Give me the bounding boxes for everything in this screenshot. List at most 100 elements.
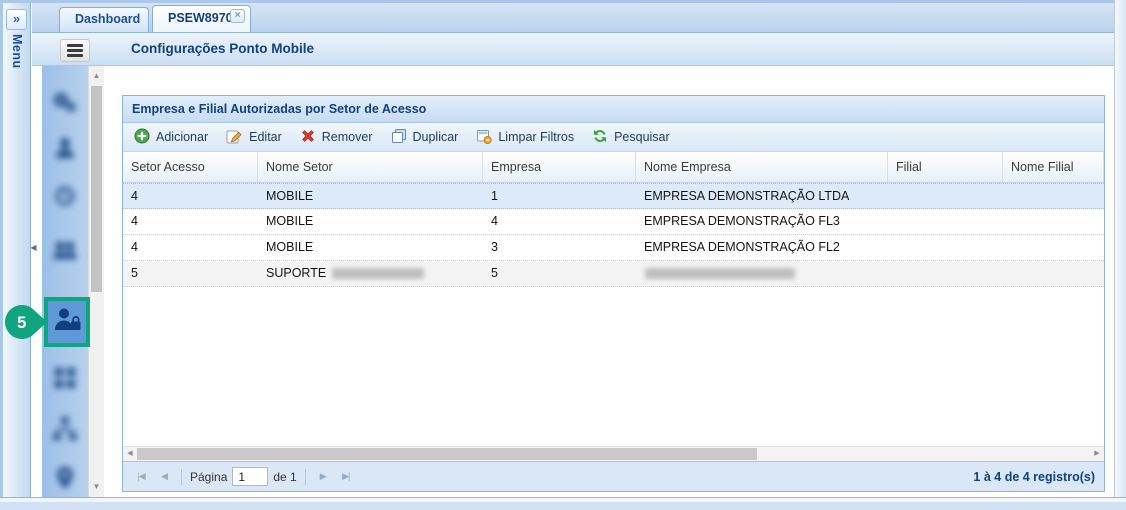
cell-nome-empresa[interactable]: EMPRESA DEMONSTRAÇÃO FL2 <box>636 235 888 260</box>
grid-header-row: Setor Acesso Nome Setor Empresa Nome Emp… <box>123 152 1104 183</box>
cell-nome-setor[interactable]: MOBILE <box>258 184 483 208</box>
next-page-icon[interactable]: ▶ <box>314 468 332 486</box>
scroll-up-icon[interactable]: ▲ <box>89 69 104 83</box>
step-badge: 5 <box>4 302 50 347</box>
clear-filters-icon <box>476 128 492 147</box>
app-window: » Menu ◀ Dashboard PSEW8970 × Configuraç… <box>0 0 1126 510</box>
menu-expand-icon: » <box>13 11 20 26</box>
table-row[interactable]: 5 SUPORTE 5 <box>123 261 1104 287</box>
close-icon[interactable]: × <box>230 9 245 23</box>
user-lock-icon <box>51 305 83 340</box>
table-row[interactable]: 4 MOBILE 4 EMPRESA DEMONSTRAÇÃO FL3 <box>123 209 1104 235</box>
horizontal-scrollbar-thumb[interactable] <box>137 448 757 460</box>
clock-icon[interactable] <box>42 180 88 216</box>
page-number-input[interactable] <box>232 467 268 486</box>
duplicate-icon <box>391 128 407 147</box>
window-frame-bottom <box>0 497 1126 510</box>
page-label: Página <box>190 470 227 484</box>
column-header-nome-empresa[interactable]: Nome Empresa <box>636 152 888 182</box>
grid-icon[interactable] <box>42 362 88 398</box>
cell-nome-empresa[interactable]: EMPRESA DEMONSTRAÇÃO LTDA <box>636 184 888 208</box>
column-header-nome-filial[interactable]: Nome Filial <box>1003 152 1104 182</box>
cell-setor-acesso[interactable]: 4 <box>123 184 258 208</box>
add-button[interactable]: Adicionar <box>128 125 217 150</box>
cell-empresa[interactable]: 4 <box>483 209 636 234</box>
clear-filters-button[interactable]: Limpar Filtros <box>470 125 583 150</box>
search-button[interactable]: Pesquisar <box>586 125 679 150</box>
cell-filial[interactable] <box>888 184 1003 208</box>
menu-vertical-label: Menu <box>10 34 24 69</box>
prev-page-icon[interactable]: ◀ <box>155 468 173 486</box>
step-badge-number: 5 <box>17 313 26 332</box>
cell-nome-filial[interactable] <box>1003 209 1104 234</box>
tab-dashboard[interactable]: Dashboard <box>59 7 149 32</box>
edit-button[interactable]: Editar <box>220 125 291 150</box>
scroll-right-icon[interactable]: ▶ <box>1090 447 1104 461</box>
cell-empresa[interactable]: 5 <box>483 261 636 286</box>
grid-toolbar: Adicionar Editar Remover Duplicar <box>123 123 1104 152</box>
cell-setor-acesso[interactable]: 4 <box>123 209 258 234</box>
window-frame-right <box>1114 0 1126 510</box>
cell-filial[interactable] <box>888 209 1003 234</box>
collapsed-menu-panel[interactable]: » Menu <box>3 3 31 497</box>
cell-empresa[interactable]: 3 <box>483 235 636 260</box>
content-area: Empresa e Filial Autorizadas por Setor d… <box>104 66 1114 497</box>
cell-nome-filial[interactable] <box>1003 184 1104 208</box>
sidebar-scrollbar[interactable]: ▲ ▼ <box>88 66 104 497</box>
panel-title: Empresa e Filial Autorizadas por Setor d… <box>123 96 1104 123</box>
cell-nome-empresa[interactable] <box>636 261 888 286</box>
tab-bar: Dashboard PSEW8970 × <box>32 3 1114 33</box>
cell-nome-filial[interactable] <box>1003 235 1104 260</box>
pager-separator <box>181 469 182 485</box>
cell-setor-acesso[interactable]: 4 <box>123 235 258 260</box>
sidebar-selected-item-highlight[interactable] <box>44 297 90 347</box>
tab-label: Dashboard <box>75 12 140 26</box>
page-title: Configurações Ponto Mobile <box>131 41 314 56</box>
user-icon[interactable] <box>42 132 88 168</box>
cell-nome-setor[interactable]: MOBILE <box>258 235 483 260</box>
table-row[interactable]: 4 MOBILE 3 EMPRESA DEMONSTRAÇÃO FL2 <box>123 235 1104 261</box>
cell-nome-setor[interactable]: MOBILE <box>258 209 483 234</box>
view-header-bar: Configurações Ponto Mobile <box>32 33 1114 66</box>
page-total-label: de 1 <box>273 470 296 484</box>
cell-nome-empresa[interactable]: EMPRESA DEMONSTRAÇÃO FL3 <box>636 209 888 234</box>
hamburger-icon <box>67 44 83 47</box>
column-header-setor-acesso[interactable]: Setor Acesso <box>123 152 258 182</box>
scroll-left-icon[interactable]: ◀ <box>123 447 137 461</box>
pagination-bar: |◀ ◀ Página de 1 ▶ ▶| 1 à 4 de 4 registr… <box>123 461 1104 491</box>
cell-nome-filial[interactable] <box>1003 261 1104 286</box>
first-page-icon[interactable]: |◀ <box>132 468 150 486</box>
tab-label: PSEW8970 <box>168 11 233 25</box>
map-pin-icon[interactable] <box>42 462 88 498</box>
search-refresh-icon <box>592 128 608 147</box>
cell-empresa[interactable]: 1 <box>483 184 636 208</box>
column-header-filial[interactable]: Filial <box>888 152 1003 182</box>
table-body: 4 MOBILE 1 EMPRESA DEMONSTRAÇÃO LTDA 4 M… <box>123 183 1104 446</box>
scroll-down-icon[interactable]: ▼ <box>89 480 104 494</box>
users-group-icon[interactable] <box>42 234 88 270</box>
column-header-nome-setor[interactable]: Nome Setor <box>258 152 483 182</box>
cell-nome-setor[interactable]: SUPORTE <box>258 261 483 286</box>
cell-setor-acesso[interactable]: 5 <box>123 261 258 286</box>
cell-filial[interactable] <box>888 235 1003 260</box>
last-page-icon[interactable]: ▶| <box>337 468 355 486</box>
panel-collapse-handle-icon[interactable]: ◀ <box>29 240 38 256</box>
cell-filial[interactable] <box>888 261 1003 286</box>
remove-icon <box>300 128 316 147</box>
horizontal-scrollbar[interactable]: ◀ ▶ <box>123 446 1104 461</box>
menu-expand-button[interactable]: » <box>6 9 27 30</box>
icon-sidebar <box>42 66 88 497</box>
remove-button[interactable]: Remover <box>294 125 382 150</box>
duplicate-button[interactable]: Duplicar <box>385 125 468 150</box>
redacted-text <box>332 268 424 279</box>
view-body: ▲ ▼ Empresa e Filial Autorizadas por Set… <box>32 66 1114 497</box>
grid-panel: Empresa e Filial Autorizadas por Setor d… <box>122 95 1105 492</box>
gears-icon[interactable] <box>42 86 88 122</box>
tab-psew8970[interactable]: PSEW8970 × <box>152 5 251 32</box>
table-row[interactable]: 4 MOBILE 1 EMPRESA DEMONSTRAÇÃO LTDA <box>123 183 1104 209</box>
org-chart-icon[interactable] <box>42 413 88 449</box>
hamburger-menu-button[interactable] <box>60 39 90 62</box>
add-icon <box>134 128 150 147</box>
sidebar-scrollbar-thumb[interactable] <box>91 86 102 292</box>
column-header-empresa[interactable]: Empresa <box>483 152 636 182</box>
